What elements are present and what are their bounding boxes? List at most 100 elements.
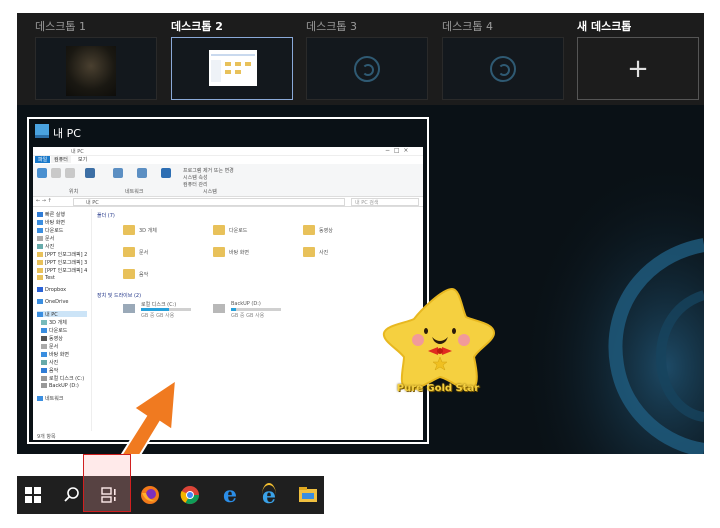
folders-section-header[interactable]: 폴더 (7) xyxy=(97,212,115,219)
folder-icon xyxy=(303,247,315,257)
desktop-1-thumbnail[interactable] xyxy=(35,37,157,100)
sidebar-item[interactable]: BackUP (D:) xyxy=(41,383,79,389)
folder-item[interactable]: 동영상 xyxy=(319,227,333,234)
computer-icon xyxy=(35,124,49,138)
folder-item[interactable]: 사진 xyxy=(319,249,328,256)
sidebar-item[interactable]: [PPT 인포그래픽] 3 xyxy=(37,259,87,266)
local-disk-icon xyxy=(123,304,135,313)
folder-icon xyxy=(123,225,135,235)
drive-info: GB 중 GB 사용 xyxy=(141,313,175,319)
drive-usage-bar xyxy=(141,308,191,311)
search-icon[interactable] xyxy=(61,484,83,506)
tab-file[interactable]: 파일 xyxy=(35,156,51,163)
rename-icon[interactable] xyxy=(65,168,75,178)
folder-item[interactable]: 3D 개체 xyxy=(139,227,157,234)
search-placeholder: 내 PC 검색 xyxy=(355,200,379,206)
sidebar-item[interactable]: 바탕 화면 xyxy=(41,351,69,358)
desktop-2-label: 데스크톱 2 xyxy=(171,20,223,33)
folder-item[interactable]: 바탕 화면 xyxy=(229,249,249,256)
ribbon-group-system: 시스템 xyxy=(203,189,217,195)
drive-usage-fill xyxy=(231,308,236,311)
drive-usage-bar xyxy=(231,308,281,311)
sidebar-item[interactable]: 다운로드 xyxy=(41,327,67,334)
desktop-3-label: 데스크톱 3 xyxy=(306,20,357,33)
properties-icon[interactable] xyxy=(37,168,47,178)
sticker-caption: Pure Gold Star xyxy=(396,383,480,394)
drive-name[interactable]: BackUP (D:) xyxy=(231,301,261,307)
desktop-2-thumbnail[interactable] xyxy=(171,37,293,100)
system-properties-item[interactable]: 시스템 속성 xyxy=(183,174,208,181)
nav-arrows[interactable]: ← → ↑ xyxy=(36,198,52,204)
drive-name[interactable]: 로컬 디스크 (C:) xyxy=(141,301,176,308)
sidebar-item[interactable]: 로컬 디스크 (C:) xyxy=(41,375,84,382)
desktop-3-thumbnail[interactable] xyxy=(306,37,428,100)
desktop-4-thumbnail[interactable] xyxy=(442,37,564,100)
sidebar-item[interactable]: Dropbox xyxy=(37,287,66,293)
sidebar-item[interactable]: 바탕 화면 xyxy=(37,219,65,226)
drives-section-header[interactable]: 장치 및 드라이브 (2) xyxy=(97,292,141,299)
folder-icon xyxy=(213,247,225,257)
uninstall-program-item[interactable]: 프로그램 제거 또는 변경 xyxy=(183,167,234,174)
firefox-icon[interactable] xyxy=(139,484,161,506)
explorer-title: 내 PC xyxy=(71,149,84,155)
nav-sidebar: 빠른 실행 바탕 화면 다운로드 문서 사진 [PPT 인포그래픽] 2 [PP… xyxy=(33,209,92,431)
sidebar-item[interactable]: [PPT 인포그래픽] 2 xyxy=(37,251,87,258)
gold-star-sticker: Pure Gold Star xyxy=(380,285,496,400)
open-icon[interactable] xyxy=(51,168,61,178)
edge-icon[interactable]: e xyxy=(219,484,241,506)
sidebar-item[interactable]: Test xyxy=(37,275,55,281)
address-bar[interactable]: 내 PC xyxy=(73,198,345,206)
add-network-location-icon[interactable] xyxy=(137,168,147,178)
tab-computer[interactable]: 컴퓨터 xyxy=(51,156,71,163)
folder-item[interactable]: 다운로드 xyxy=(229,227,247,234)
sidebar-item[interactable]: 사진 xyxy=(37,243,54,250)
tab-view[interactable]: 보기 xyxy=(75,156,90,163)
taskbar: e e xyxy=(17,476,324,514)
computer-management-item[interactable]: 컴퓨터 관리 xyxy=(183,181,208,188)
sidebar-item[interactable]: 동영상 xyxy=(41,335,63,342)
drive-usage-fill xyxy=(141,308,169,311)
folder-icon xyxy=(303,225,315,235)
sidebar-item[interactable]: 문서 xyxy=(37,235,54,242)
folder-item[interactable]: 문서 xyxy=(139,249,148,256)
sidebar-item[interactable]: 다운로드 xyxy=(37,227,63,234)
ie-icon[interactable]: e xyxy=(258,483,280,507)
debian-swirl-icon xyxy=(354,56,380,82)
sidebar-item[interactable]: 3D 개체 xyxy=(41,319,67,326)
window-controls[interactable]: − □ × xyxy=(385,147,408,154)
task-view-highlight xyxy=(83,454,131,512)
media-access-icon[interactable] xyxy=(85,168,95,178)
address-text: 내 PC xyxy=(86,200,99,206)
sidebar-item[interactable]: 사진 xyxy=(41,359,58,366)
sidebar-item[interactable]: [PPT 인포그래픽] 4 xyxy=(37,267,87,274)
drive-info: GB 중 GB 사용 xyxy=(231,313,265,319)
sidebar-item[interactable]: OneDrive xyxy=(37,299,69,305)
sidebar-item[interactable]: 빠른 실행 xyxy=(37,211,65,218)
file-explorer-icon[interactable] xyxy=(297,484,319,506)
sidebar-item[interactable]: 문서 xyxy=(41,343,58,350)
start-icon[interactable] xyxy=(22,484,44,506)
mini-window-preview xyxy=(209,50,257,86)
backup-disk-icon xyxy=(213,304,225,313)
window-preview[interactable]: 내 PC 내 PC − □ × 파일 컴퓨터 보기 위치 네트워크 시스템 프로… xyxy=(27,117,429,444)
sidebar-item[interactable]: 네트워크 xyxy=(37,395,63,402)
desktop-strip: 데스크톱 1 데스크톱 2 데스크톱 3 데스크톱 4 새 데스크톱 + xyxy=(17,13,704,105)
window-title: 내 PC xyxy=(53,127,81,140)
settings-icon[interactable] xyxy=(161,168,171,178)
folder-item[interactable]: 음악 xyxy=(139,271,148,278)
ribbon-group-location: 위치 xyxy=(69,189,79,195)
plus-icon: + xyxy=(627,53,649,84)
desktop-1-label: 데스크톱 1 xyxy=(35,20,86,33)
folder-icon xyxy=(123,247,135,257)
ribbon-group-network: 네트워크 xyxy=(125,189,144,195)
ribbon: 위치 네트워크 시스템 프로그램 제거 또는 변경 시스템 속성 컴퓨터 관리 xyxy=(33,164,423,197)
new-desktop-button[interactable]: + xyxy=(577,37,699,100)
chrome-icon[interactable] xyxy=(179,484,201,506)
search-box[interactable]: 내 PC 검색 xyxy=(351,198,419,206)
desktop-4-label: 데스크톱 4 xyxy=(442,20,493,33)
wallpaper-swirl xyxy=(457,105,704,454)
sidebar-item-active[interactable]: 내 PC xyxy=(37,311,87,318)
folder-icon xyxy=(213,225,225,235)
sidebar-item[interactable]: 음악 xyxy=(41,367,58,374)
map-drive-icon[interactable] xyxy=(113,168,123,178)
